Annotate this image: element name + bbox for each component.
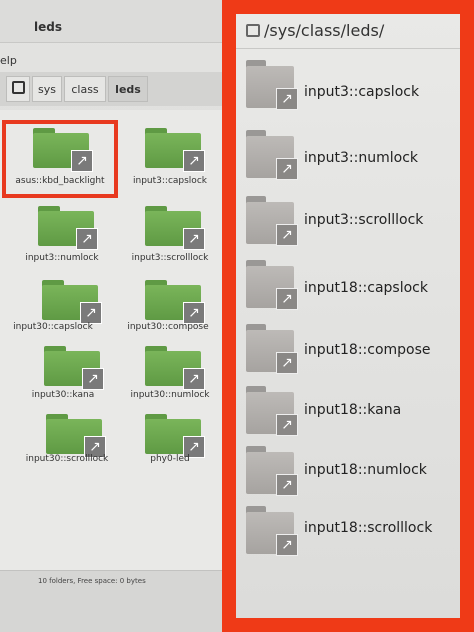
grid-item-label[interactable]: input30::kana (10, 390, 116, 400)
symlink-arrow-icon: ↗ (276, 534, 298, 556)
list-item-label[interactable]: input18::capslock (304, 280, 428, 296)
symlink-arrow-icon: ↗ (183, 150, 205, 172)
status-text: 10 folders, Free space: 0 bytes (38, 577, 146, 585)
title-bar: leds (0, 0, 222, 43)
symlink-arrow-icon: ↗ (276, 224, 298, 246)
folder-icon[interactable]: ↗ (246, 196, 298, 246)
symlink-arrow-icon: ↗ (276, 88, 298, 110)
symlink-arrow-icon: ↗ (183, 228, 205, 250)
crumb-sys[interactable]: sys (32, 76, 62, 102)
file-manager-pane: leds elp sys class leds ↗ asus::kbd_back… (0, 0, 222, 632)
list-item-label[interactable]: input3::scrolllock (304, 212, 423, 228)
grid-item-label[interactable]: input30::numlock (117, 390, 222, 400)
folder-icon[interactable]: ↗ (145, 346, 205, 390)
home-crumb[interactable] (6, 76, 30, 102)
grid-item-label[interactable]: input30::scrolllock (14, 454, 120, 464)
zoom-frame: /sys/class/leds/ ↗ input3::capslock ↗ in… (222, 0, 474, 632)
grid-item-label[interactable]: phy0-led (117, 454, 222, 464)
crumb-class[interactable]: class (64, 76, 106, 102)
list-item-label[interactable]: input18::compose (304, 342, 431, 358)
grid-item-label[interactable]: input30::capslock (0, 322, 106, 332)
folder-icon[interactable]: ↗ (246, 446, 298, 496)
list-item-label[interactable]: input18::numlock (304, 462, 427, 478)
crumb-leds[interactable]: leds (108, 76, 148, 102)
symlink-arrow-icon: ↗ (183, 368, 205, 390)
list-item-label[interactable]: input3::capslock (304, 84, 419, 100)
folder-icon[interactable]: ↗ (145, 280, 205, 324)
grid-item-label[interactable]: input3::capslock (117, 176, 222, 186)
status-bar: 10 folders, Free space: 0 bytes (0, 570, 222, 632)
folder-icon[interactable]: ↗ (44, 346, 104, 390)
list-item-label[interactable]: input18::kana (304, 402, 401, 418)
symlink-arrow-icon: ↗ (82, 368, 104, 390)
symlink-arrow-icon: ↗ (276, 474, 298, 496)
symlink-arrow-icon: ↗ (276, 288, 298, 310)
divider (236, 48, 460, 49)
folder-icon (246, 24, 260, 37)
folder-icon[interactable]: ↗ (246, 324, 298, 374)
location-path: /sys/class/leds/ (246, 18, 384, 44)
symlink-arrow-icon: ↗ (276, 414, 298, 436)
folder-icon[interactable]: ↗ (246, 130, 298, 180)
grid-item-label[interactable]: input30::compose (115, 322, 221, 332)
list-item-label[interactable]: input18::scrolllock (304, 520, 432, 536)
folder-icon[interactable]: ↗ (145, 128, 205, 172)
symlink-arrow-icon: ↗ (80, 302, 102, 324)
window-title: leds (34, 20, 62, 34)
folder-icon[interactable]: ↗ (246, 60, 298, 110)
home-icon (11, 81, 25, 94)
folder-icon[interactable]: ↗ (145, 414, 205, 458)
folder-icon[interactable]: ↗ (42, 280, 102, 324)
grid-item-label[interactable]: input3::numlock (9, 253, 115, 263)
folder-icon[interactable]: ↗ (246, 506, 298, 556)
symlink-arrow-icon: ↗ (276, 158, 298, 180)
symlink-arrow-icon: ↗ (276, 352, 298, 374)
folder-icon[interactable]: ↗ (246, 260, 298, 310)
list-item-label[interactable]: input3::numlock (304, 150, 418, 166)
symlink-arrow-icon: ↗ (76, 228, 98, 250)
grid-item-label[interactable]: input3::scrolllock (117, 253, 222, 263)
zoomed-listing: /sys/class/leds/ ↗ input3::capslock ↗ in… (236, 14, 460, 618)
selection-highlight (2, 120, 118, 198)
folder-icon[interactable]: ↗ (145, 206, 205, 250)
folder-icon[interactable]: ↗ (38, 206, 98, 250)
menu-help[interactable]: elp (0, 54, 17, 67)
folder-icon[interactable]: ↗ (246, 386, 298, 436)
folder-icon[interactable]: ↗ (46, 414, 106, 458)
symlink-arrow-icon: ↗ (183, 302, 205, 324)
